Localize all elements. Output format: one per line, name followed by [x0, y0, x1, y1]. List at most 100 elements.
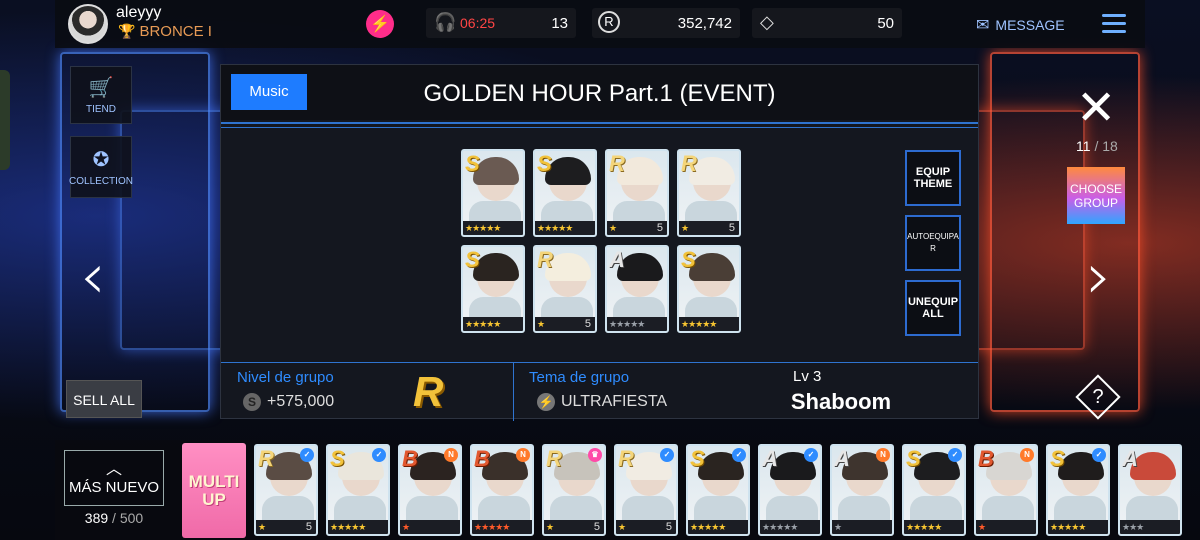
member-card[interactable]: S ★★★★★ ✓ — [686, 444, 750, 536]
auto-equip-button[interactable]: AUTOEQUIPA R — [905, 215, 961, 271]
collection-button[interactable]: ✪ COLLECTION — [69, 136, 133, 198]
member-card[interactable]: B ★ N — [974, 444, 1038, 536]
trophy-icon: 🏆 — [118, 23, 136, 39]
rank-text: BRONCE I — [139, 23, 212, 40]
card-stars: ★★★★★ — [472, 520, 532, 534]
next-arrow-icon[interactable]: › — [1086, 240, 1112, 314]
card-grade: R — [681, 151, 697, 176]
card-grade: A — [609, 247, 625, 272]
unequip-all-button[interactable]: UNEQUIP ALL — [905, 280, 961, 336]
currency-value: 352,742 — [677, 15, 732, 32]
theme-label: Tema de grupo — [529, 369, 630, 386]
check-icon: ✓ — [804, 448, 818, 462]
system-edge-handle[interactable] — [0, 70, 10, 170]
card-portrait-body — [262, 496, 314, 520]
card-level: 5 — [656, 222, 663, 234]
card-stars: ★★★★★ — [463, 221, 523, 235]
multiup-line2: UP — [202, 489, 226, 509]
member-card[interactable]: S ★★★★★ ✓ — [1046, 444, 1110, 536]
card-stars: ★ — [400, 520, 460, 534]
theme-name: ⚡ ULTRAFIESTA — [537, 393, 667, 411]
energy-count: 13 — [551, 15, 568, 32]
card-grade: R — [258, 446, 274, 471]
lightning-icon[interactable]: ⚡ — [366, 10, 394, 38]
member-card[interactable]: S ★★★★★ ✓ — [902, 444, 966, 536]
prev-arrow-icon[interactable]: ‹ — [80, 240, 106, 314]
member-card[interactable]: S ★★★★★ — [461, 245, 525, 333]
card-grade: A — [762, 446, 778, 471]
member-card[interactable]: B ★ N — [398, 444, 462, 536]
card-stars: ★★★ — [1120, 520, 1180, 534]
member-card[interactable]: A ★★★★★ — [605, 245, 669, 333]
member-card[interactable]: R ★ 5 — [533, 245, 597, 333]
card-portrait-body — [622, 496, 674, 520]
member-card[interactable]: A ★★★★★ ✓ — [758, 444, 822, 536]
avatar[interactable] — [68, 4, 108, 44]
member-card[interactable]: A ★★★ — [1118, 444, 1182, 536]
card-stars: ★★★★★ — [607, 317, 667, 331]
page-current: 11 — [1076, 138, 1091, 154]
card-level: 5 — [728, 222, 735, 234]
card-grade: R — [618, 446, 634, 471]
card-portrait-body — [406, 496, 458, 520]
member-card[interactable]: R ★ 5 ✓ — [254, 444, 318, 536]
inventory-count: 389 / 500 — [64, 510, 164, 526]
member-card[interactable]: S ★★★★★ — [461, 149, 525, 237]
card-stars: ★ — [832, 520, 892, 534]
member-card[interactable]: A ★ N — [830, 444, 894, 536]
chevron-up-icon: ︿ — [105, 461, 122, 478]
card-grade: R — [537, 247, 553, 272]
card-level: 5 — [665, 521, 672, 533]
neon-frame-left-inner — [120, 110, 230, 350]
card-stars: ★★★★★ — [760, 520, 820, 534]
menu-icon[interactable] — [1102, 14, 1126, 38]
sell-all-button[interactable]: SELL ALL — [66, 380, 142, 418]
check-icon: ✓ — [948, 448, 962, 462]
card-portrait-body — [694, 496, 746, 520]
r-coin-icon: R — [598, 11, 620, 33]
help-icon: ? — [1092, 386, 1104, 408]
equip-theme-button[interactable]: EQUIP THEME — [905, 150, 961, 206]
theme-name-text: ULTRAFIESTA — [561, 393, 668, 410]
medal-icon: ✪ — [92, 149, 110, 171]
card-portrait-body — [838, 496, 890, 520]
page-total: / 18 — [1094, 138, 1118, 154]
energy-box: 🎧 06:25 13 — [426, 8, 576, 38]
check-icon: ✓ — [1092, 448, 1106, 462]
new-badge-icon: N — [444, 448, 458, 462]
card-grade: R — [609, 151, 625, 176]
member-card[interactable]: R ★ 5 — [605, 149, 669, 237]
new-badge-icon: N — [876, 448, 890, 462]
group-level-label: Nivel de grupo — [237, 369, 334, 386]
card-portrait-body — [334, 496, 386, 520]
multiup-line1: MULTI — [188, 471, 240, 491]
card-grade: A — [834, 446, 850, 471]
neon-frame-right-inner — [975, 110, 1085, 350]
member-card[interactable]: S ★★★★★ — [533, 149, 597, 237]
member-card[interactable]: B ★★★★★ N — [470, 444, 534, 536]
member-card[interactable]: S ★★★★★ — [677, 245, 741, 333]
member-card[interactable]: R ★ 5 — [677, 149, 741, 237]
rank-label: 🏆 BRONCE I — [118, 23, 212, 40]
choose-group-button[interactable]: CHOOSE GROUP — [1067, 167, 1125, 224]
collection-label: COLLECTION — [69, 176, 133, 187]
message-button[interactable]: ✉ MESSAGE — [976, 15, 1065, 35]
close-icon[interactable]: ✕ — [1076, 84, 1116, 132]
coin-icon: S — [243, 393, 261, 411]
card-level: 5 — [593, 521, 600, 533]
sort-button[interactable]: ︿ MÁS NUEVO — [64, 450, 164, 506]
multi-up-card[interactable]: MULTI UP — [182, 443, 246, 538]
card-grade: B — [474, 446, 490, 471]
card-grade: S — [465, 247, 480, 272]
shop-button[interactable]: 🛒 TIEND — [70, 66, 132, 124]
diamond-icon: ◇ — [760, 12, 774, 32]
member-card[interactable]: R ★ 5 ✓ — [614, 444, 678, 536]
new-badge-icon: N — [516, 448, 530, 462]
check-icon: ✓ — [372, 448, 386, 462]
diamond-value: 50 — [877, 15, 894, 32]
check-icon: ✓ — [300, 448, 314, 462]
energy-timer: 06:25 — [460, 15, 496, 31]
cart-icon: 🛒 — [88, 77, 114, 99]
member-card[interactable]: R ★ 5 ♛ — [542, 444, 606, 536]
member-card[interactable]: S ★★★★★ ✓ — [326, 444, 390, 536]
